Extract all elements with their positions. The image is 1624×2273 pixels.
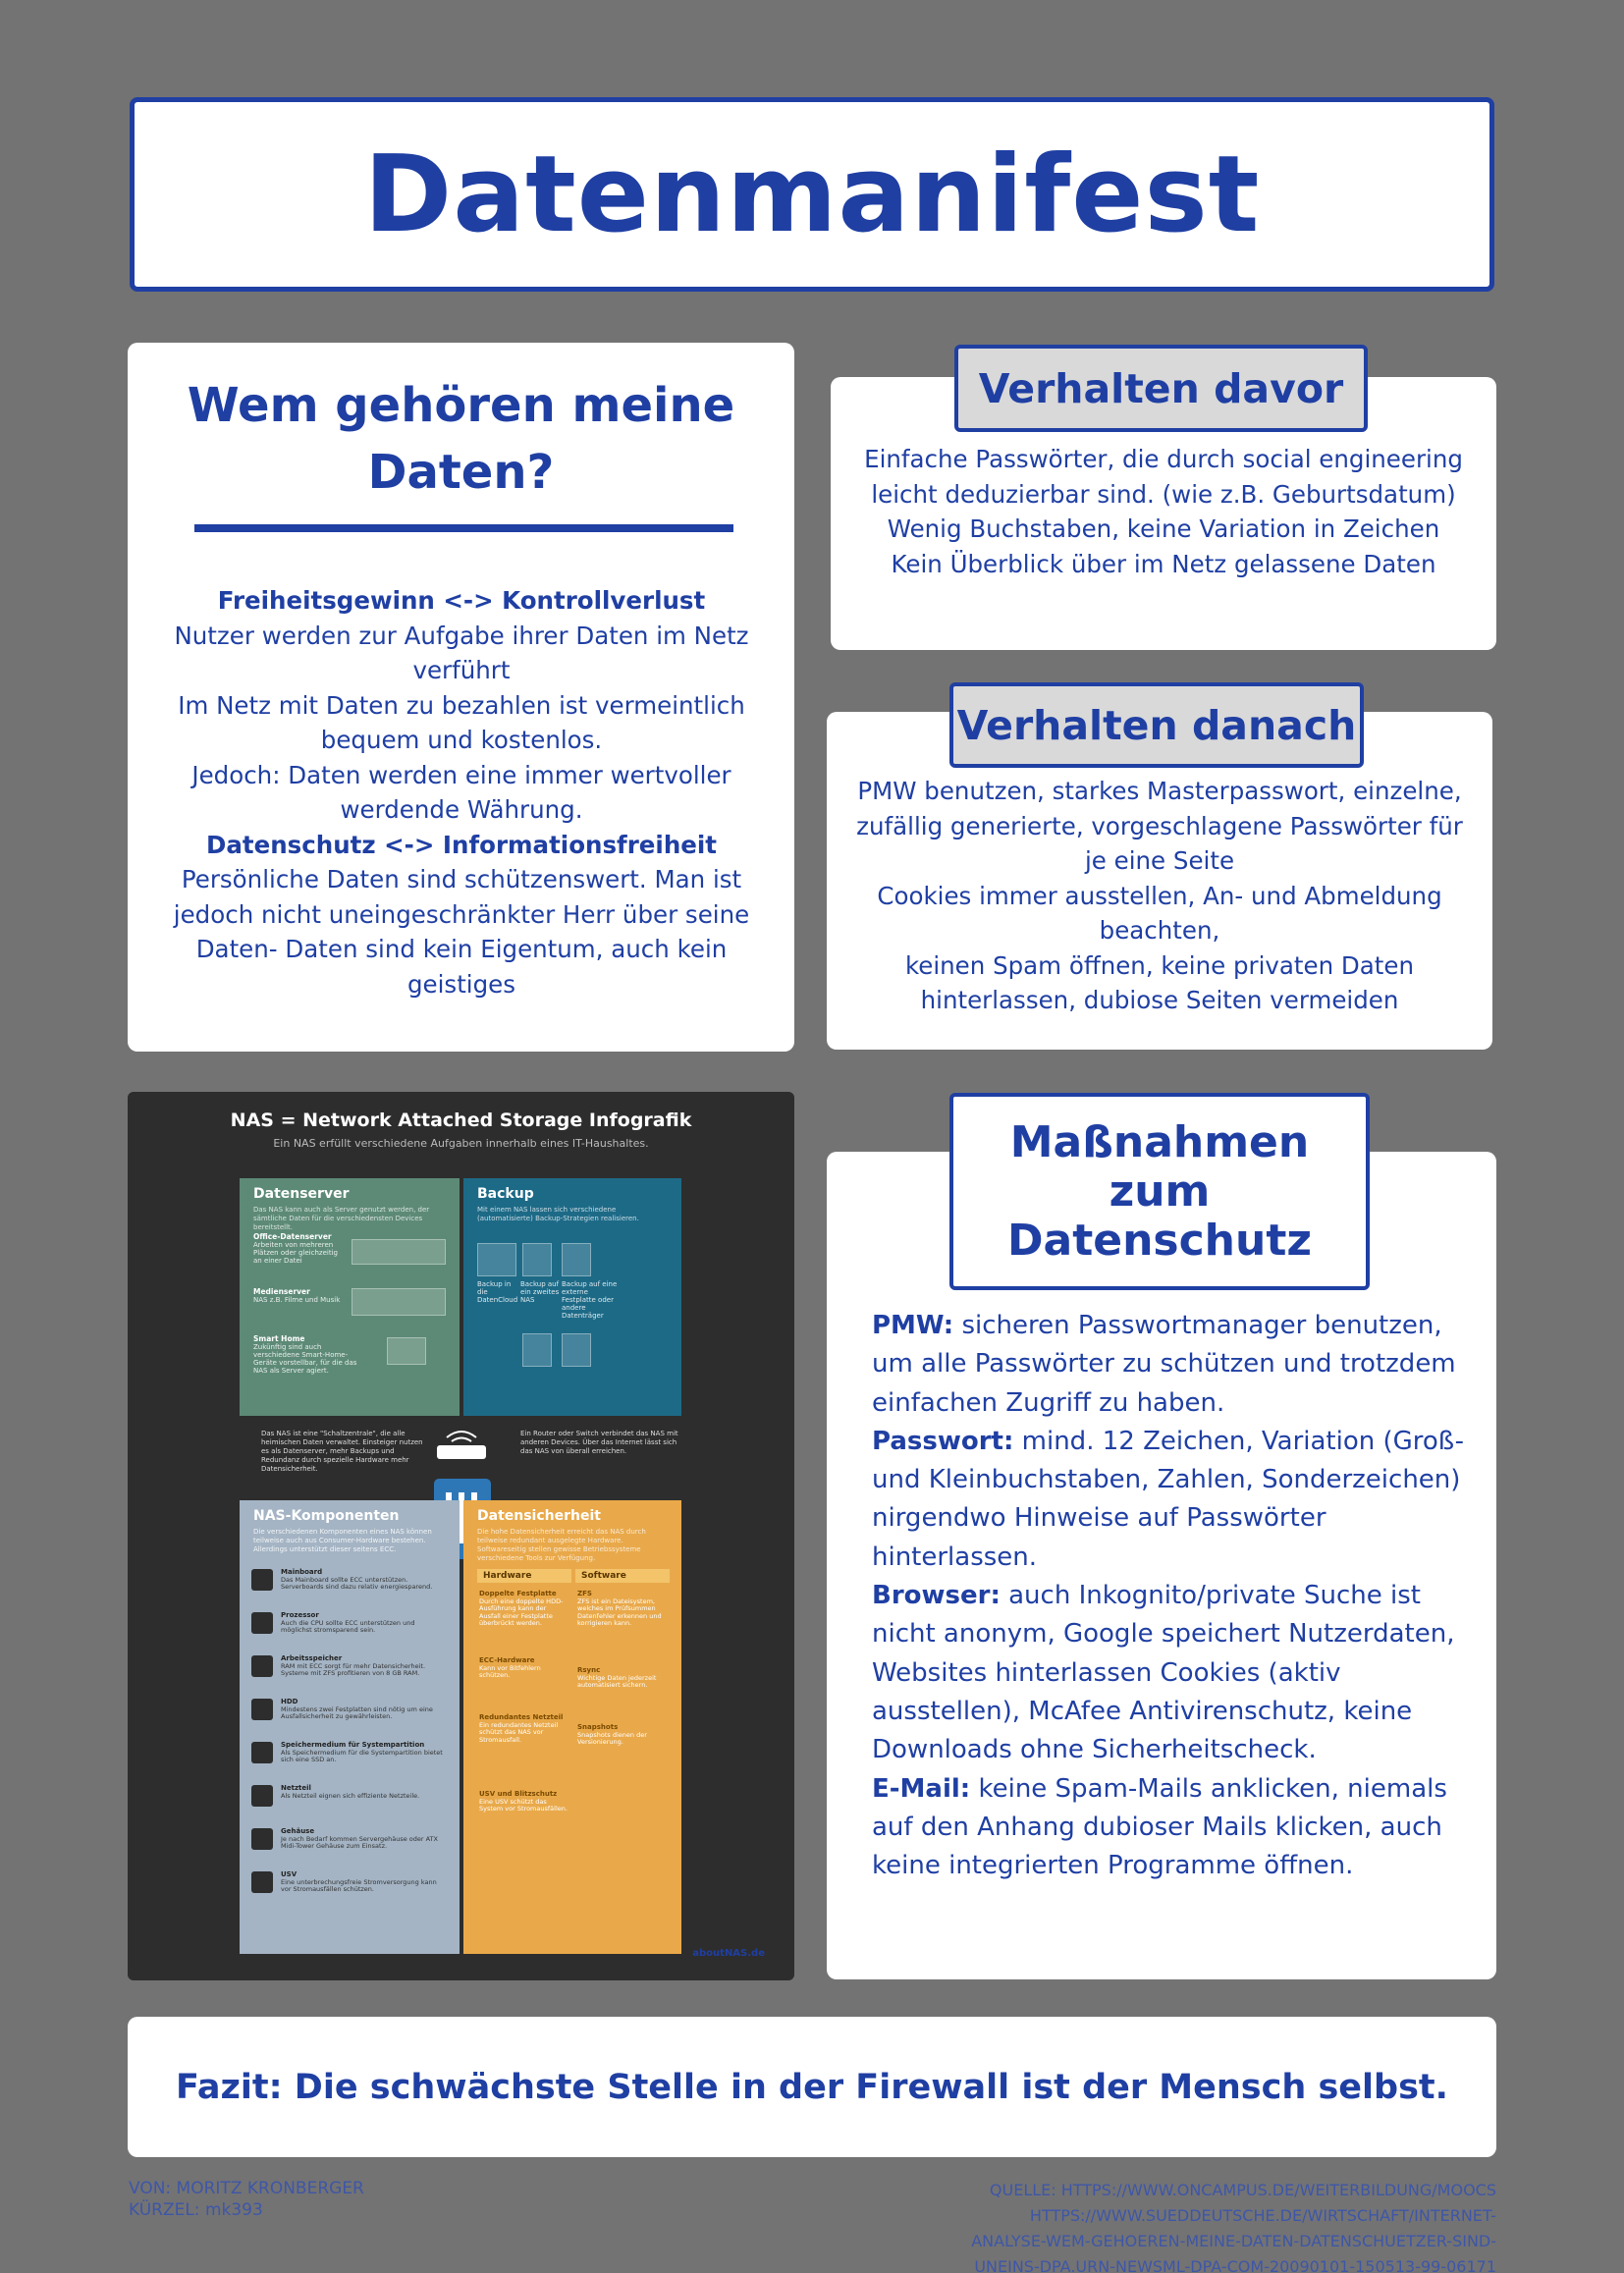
smart-home-icon: [387, 1337, 426, 1365]
panel-components-text: Die verschiedenen Komponenten eines NAS …: [253, 1528, 432, 1553]
measure-label: Passwort:: [872, 1426, 1014, 1456]
infographic-title: NAS = Network Attached Storage Infografi…: [230, 1109, 692, 1131]
nas-icon: [522, 1333, 552, 1367]
source-line[interactable]: ANALYSE-WEM-GEHOEREN-MEINE-DATEN-DATENSC…: [809, 2229, 1496, 2254]
author-line: VON: MORITZ KRONBERGER: [129, 2179, 364, 2198]
backup-item: Backup auf eine externe Festplatte oder …: [562, 1280, 618, 1320]
ram-icon: [251, 1655, 273, 1677]
panel-datenserver-text: Das NAS kann auch als Server genutzt wer…: [253, 1206, 430, 1231]
cpu-icon: [251, 1612, 273, 1634]
panel-security: Datensicherheit Die hohe Datensicherheit…: [463, 1500, 681, 1954]
server-item: Smart Home Zukünftig sind auch verschiede…: [253, 1334, 357, 1376]
behavior-before-body: Einfache Passwörter, die durch social en…: [850, 442, 1477, 581]
data-ownership-card: Wem gehören meine Daten? Freiheitsgewinn…: [128, 343, 794, 1052]
ownership-line: Im Netz mit Daten zu bezahlen ist vermei…: [178, 690, 745, 755]
software-item: Rsync Wichtige Daten jederzeit automatisi…: [577, 1666, 657, 1689]
source-line[interactable]: UNEINS-DPA.URN-NEWSML-DPA-COM-20090101-1…: [809, 2254, 1496, 2273]
case-icon: [251, 1828, 273, 1850]
behavior-before-tag: Verhalten davor: [954, 345, 1368, 432]
backup-item: Backup in die DatenCloud: [477, 1280, 518, 1304]
kuerzel-line: KÜRZEL: mk393: [129, 2200, 263, 2220]
nas-icon: [522, 1243, 552, 1276]
ssd-icon: [251, 1742, 273, 1763]
behavior-after-line: Cookies immer ausstellen, An- und Abmeld…: [877, 881, 1442, 946]
footer-sources: QUELLE: HTTPS://WWW.ONCAMPUS.DE/WEITERBI…: [809, 2178, 1496, 2273]
measure-item: PMW: sicheren Passwortmanager benutzen, …: [872, 1307, 1471, 1423]
measure-item: Passwort: mind. 12 Zeichen, Variation (G…: [872, 1423, 1471, 1577]
measures-tag: Maßnahmen zum Datenschutz: [949, 1093, 1370, 1290]
panel-security-text: Die hohe Datensicherheit erreicht das NA…: [477, 1528, 646, 1562]
panel-datenserver-title: Datenserver: [253, 1186, 350, 1202]
behavior-before-line: Einfache Passwörter, die durch social en…: [864, 445, 1463, 509]
backup-item: Backup auf ein zweites NAS: [520, 1280, 560, 1304]
source-line[interactable]: HTTPS://WWW.SUEDDEUTSCHE.DE/WIRTSCHAFT/I…: [809, 2203, 1496, 2229]
panel-security-title: Datensicherheit: [477, 1508, 601, 1524]
conclusion-text: Fazit: Die schwächste Stelle in der Fire…: [176, 2067, 1448, 2107]
behavior-after-body: PMW benutzen, starkes Masterpasswort, ei…: [846, 774, 1473, 1018]
measure-text: sicheren Passwortmanager benutzen, um al…: [872, 1311, 1456, 1418]
behavior-after-tag: Verhalten danach: [949, 682, 1364, 768]
behavior-after-line: PMW benutzen, starkes Masterpasswort, ei…: [856, 777, 1463, 875]
behavior-before-line: Wenig Buchstaben, keine Variation in Zei…: [887, 514, 1440, 543]
ownership-subheading-2: Datenschutz <-> Informationsfreiheit: [206, 830, 717, 859]
media-devices-icon: [352, 1288, 446, 1316]
source-line[interactable]: QUELLE: HTTPS://WWW.ONCAMPUS.DE/WEITERBI…: [809, 2178, 1496, 2203]
behavior-before-line: Kein Überblick über im Netz gelassene Da…: [891, 549, 1436, 578]
ownership-heading: Wem gehören meine Daten?: [187, 378, 735, 500]
external-drive-icon: [562, 1333, 591, 1367]
title-card: Datenmanifest: [130, 97, 1494, 292]
infographic-subtitle: Ein NAS erfüllt verschiedene Aufgaben in…: [273, 1137, 649, 1150]
infographic-brand: aboutNAS.de: [692, 1948, 765, 1959]
conclusion-card: Fazit: Die schwächste Stelle in der Fire…: [128, 2017, 1496, 2157]
mainboard-icon: [251, 1569, 273, 1591]
ownership-subheading-1: Freiheitsgewinn <-> Kontrollverlust: [217, 586, 706, 615]
measure-label: E-Mail:: [872, 1773, 971, 1804]
hardware-item: ECC-Hardware Kann vor Bitfehlern schützen…: [479, 1656, 541, 1679]
panel-backup-text: Mit einem NAS lassen sich verschiedene (…: [477, 1206, 639, 1222]
cloud-icon: [477, 1243, 516, 1276]
software-column-header: Software: [575, 1569, 670, 1583]
hardware-item: Redundantes Netzteil Ein redundantes Netz…: [479, 1713, 564, 1744]
hardware-column-header: Hardware: [477, 1569, 571, 1583]
ups-icon: [251, 1871, 273, 1893]
hdd-icon: [251, 1699, 273, 1720]
ownership-line: Jedoch: Daten werden eine immer wertvoll…: [191, 760, 731, 825]
measure-label: Browser:: [872, 1581, 1001, 1611]
footer-author: VON: MORITZ KRONBERGER KÜRZEL: mk393: [129, 2178, 364, 2221]
ownership-body: Freiheitsgewinn <-> Kontrollverlust Nutz…: [167, 583, 756, 1001]
page-title: Datenmanifest: [363, 133, 1261, 256]
server-item: Medienserver NAS z.B. Filme und Musik: [253, 1287, 341, 1305]
ownership-line: Persönliche Daten sind schützenswert. Ma…: [173, 865, 750, 999]
hardware-item: USV und Blitzschutz Eine USV schützt das …: [479, 1790, 568, 1813]
office-devices-icon: [352, 1239, 446, 1265]
router-text: Ein Router oder Switch verbindet das NAS…: [520, 1430, 678, 1455]
psu-icon: [251, 1785, 273, 1807]
measure-item: E-Mail: keine Spam-Mails anklicken, niem…: [872, 1770, 1471, 1886]
nas-infographic: NAS = Network Attached Storage Infografi…: [128, 1092, 794, 1980]
panel-backup: Backup Mit einem NAS lassen sich verschi…: [463, 1178, 681, 1416]
server-item: Office-Datenserver Arbeiten von mehreren …: [253, 1232, 338, 1266]
panel-components: NAS-Komponenten Die verschiedenen Kompon…: [240, 1500, 460, 1954]
hardware-item: Doppelte Festplatte Durch eine doppelte H…: [479, 1590, 564, 1627]
ownership-line: Nutzer werden zur Aufgabe ihrer Daten im…: [174, 621, 749, 685]
measure-item: Browser: auch Inkognito/private Suche is…: [872, 1577, 1471, 1769]
nas-hub-text: Das NAS ist eine "Schaltzentrale", die a…: [261, 1430, 423, 1473]
software-item: ZFS ZFS ist ein Dateisystem, welches im P…: [577, 1590, 662, 1627]
software-item: Snapshots Snapshots dienen der Versionier…: [577, 1723, 647, 1746]
panel-backup-title: Backup: [477, 1186, 534, 1202]
external-drive-icon: [562, 1243, 591, 1276]
measures-body: PMW: sicheren Passwortmanager benutzen, …: [872, 1307, 1471, 1885]
behavior-after-line: keinen Spam öffnen, keine privaten Daten…: [904, 950, 1415, 1015]
heading-divider: [194, 524, 733, 532]
panel-components-title: NAS-Komponenten: [253, 1508, 400, 1524]
panel-datenserver: Datenserver Das NAS kann auch als Server…: [240, 1178, 460, 1416]
measure-label: PMW:: [872, 1311, 954, 1340]
